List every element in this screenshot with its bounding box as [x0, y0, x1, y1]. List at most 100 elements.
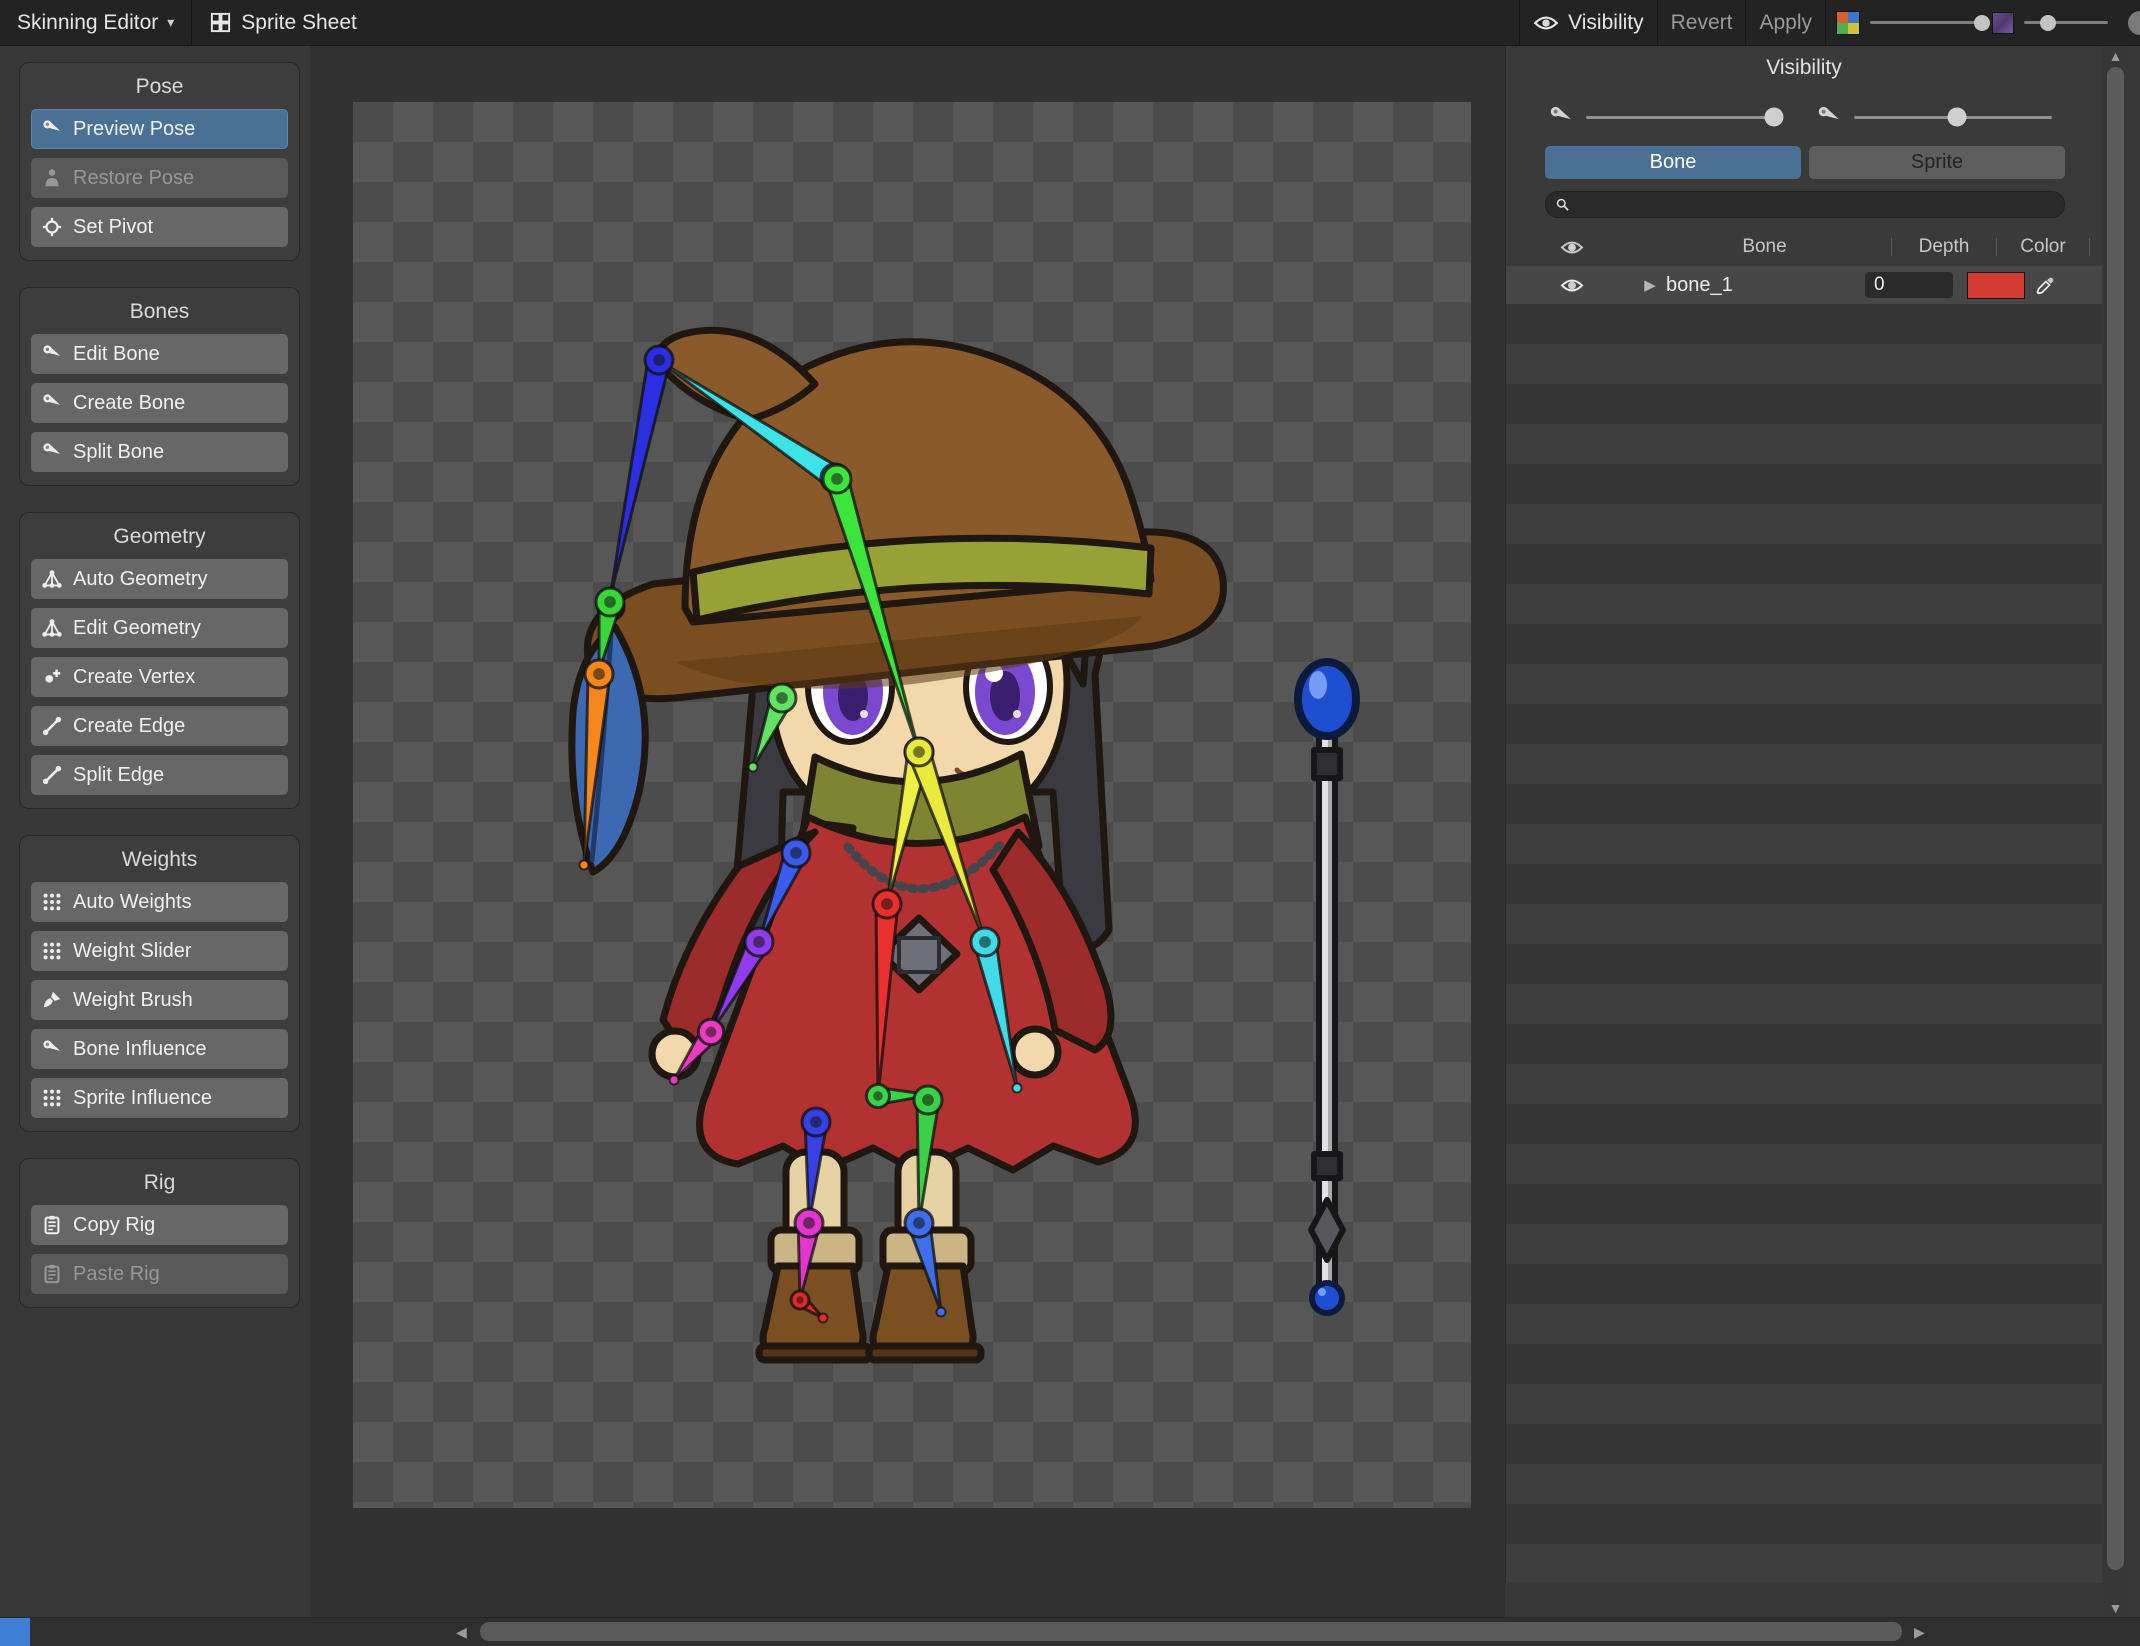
scroll-down-icon[interactable]: ▼: [2103, 1599, 2128, 1617]
horizontal-scroll-thumb[interactable]: [480, 1622, 1902, 1641]
top-toolbar: Skinning Editor ▾ Sprite Sheet Visibilit…: [0, 0, 2140, 46]
paste-rig-icon: [41, 1263, 63, 1285]
tab-label: Bone: [1649, 151, 1697, 173]
scroll-right-icon[interactable]: ▶: [1914, 1618, 1925, 1646]
column-header-color[interactable]: Color: [1997, 236, 2089, 258]
tab-sprite[interactable]: Sprite: [1809, 146, 2065, 179]
auto-weights-button[interactable]: Auto Weights: [31, 882, 288, 922]
tab-bone[interactable]: Bone: [1545, 146, 1801, 179]
button-label: Split Edge: [73, 763, 165, 786]
create-edge-icon: [41, 715, 63, 737]
clipped-toolbar-icon[interactable]: [2128, 10, 2140, 35]
tool-sidebar: Pose Preview Pose Restore Pose Set Pivot…: [0, 46, 310, 1618]
skinning-editor-menu[interactable]: Skinning Editor ▾: [0, 0, 191, 45]
bones-group: Bones Edit Bone Create Bone Split Bone: [19, 287, 300, 486]
bone-hat-tip[interactable]: [604, 344, 675, 604]
weight-brush-button[interactable]: Weight Brush: [31, 980, 288, 1020]
sprite-influence-button[interactable]: Sprite Influence: [31, 1078, 288, 1118]
scroll-left-icon[interactable]: ◀: [456, 1618, 467, 1646]
slider-knob[interactable]: [2039, 14, 2056, 31]
bone-opacity-slider[interactable]: [1586, 107, 1784, 127]
bone-color-swatch[interactable]: [1967, 271, 2025, 299]
apply-button[interactable]: Apply: [1746, 0, 1825, 45]
visibility-sliders: [1548, 104, 2062, 130]
texture-icon: [1992, 11, 2014, 34]
auto-geometry-button[interactable]: Auto Geometry: [31, 559, 288, 599]
group-title-pose: Pose: [135, 75, 184, 98]
pose-group: Pose Preview Pose Restore Pose Set Pivot: [19, 62, 300, 261]
scroll-up-icon[interactable]: ▲: [2103, 47, 2128, 65]
sprite-influence-icon: [41, 1087, 63, 1109]
split-bone-button[interactable]: Split Bone: [31, 432, 288, 472]
restore-pose-button[interactable]: Restore Pose: [31, 158, 288, 198]
expand-caret-icon[interactable]: ▶: [1638, 276, 1662, 294]
paste-rig-button[interactable]: Paste Rig: [31, 1254, 288, 1294]
group-title-geometry: Geometry: [113, 525, 206, 548]
button-label: Create Edge: [73, 714, 186, 737]
edit-bone-button[interactable]: Edit Bone: [31, 334, 288, 374]
button-label: Sprite Influence: [73, 1086, 212, 1109]
overlay-opacity-slider[interactable]: [1870, 14, 1990, 31]
button-label: Copy Rig: [73, 1213, 156, 1236]
group-title-rig: Rig: [143, 1171, 176, 1194]
eye-icon: [1533, 14, 1559, 32]
apply-label: Apply: [1759, 10, 1812, 34]
create-vertex-button[interactable]: Create Vertex: [31, 657, 288, 697]
bone-influence-button[interactable]: Bone Influence: [31, 1029, 288, 1069]
split-bone-icon: [41, 441, 63, 463]
slider-knob[interactable]: [1947, 107, 1967, 127]
edit-bone-icon: [41, 343, 63, 365]
bone-search-box: [1545, 191, 2065, 218]
weights-group: Weights Auto Weights Weight Slider Weigh…: [19, 835, 300, 1132]
bone-name: bone_1: [1666, 273, 1733, 296]
mesh-opacity-slider[interactable]: [1854, 107, 2052, 127]
button-label: Auto Geometry: [73, 567, 208, 590]
button-label: Bone Influence: [73, 1037, 207, 1060]
sprite-sheet-toggle[interactable]: Sprite Sheet: [192, 0, 374, 45]
set-pivot-button[interactable]: Set Pivot: [31, 207, 288, 247]
bone-search-input[interactable]: [1577, 193, 2055, 216]
column-header-bone[interactable]: Bone: [1638, 236, 1891, 258]
row-visibility-togg le[interactable]: [1506, 277, 1638, 294]
slider-knob[interactable]: [1974, 14, 1990, 31]
sprite-sheet-label: Sprite Sheet: [241, 10, 357, 34]
texture-opacity-slider[interactable]: [2024, 14, 2108, 31]
slider-knob[interactable]: [1764, 107, 1784, 127]
depth-field[interactable]: 0: [1865, 272, 1953, 298]
visibility-column-eye-icon: [1560, 239, 1584, 256]
edit-geometry-button[interactable]: Edit Geometry: [31, 608, 288, 648]
sprite-canvas[interactable]: [353, 102, 1471, 1508]
preview-pose-button[interactable]: Preview Pose: [31, 109, 288, 149]
color-palette-icon: [1836, 10, 1860, 35]
group-title-weights: Weights: [121, 848, 198, 871]
button-label: Restore Pose: [73, 166, 195, 189]
tab-label: Sprite: [1910, 151, 1964, 173]
button-label: Weight Slider: [73, 939, 192, 962]
vertical-scroll-thumb[interactable]: [2107, 67, 2124, 1570]
weight-slider-icon: [41, 940, 63, 962]
bone-table-row[interactable]: ▶ bone_1 0: [1506, 266, 2102, 304]
split-edge-button[interactable]: Split Edge: [31, 755, 288, 795]
create-bone-button[interactable]: Create Bone: [31, 383, 288, 423]
button-label: Create Bone: [73, 391, 186, 414]
button-label: Paste Rig: [73, 1262, 160, 1285]
visibility-toggle-button[interactable]: Visibility: [1520, 0, 1656, 45]
weight-slider-button[interactable]: Weight Slider: [31, 931, 288, 971]
button-label: Create Vertex: [73, 665, 196, 688]
bone-influence-icon: [41, 1038, 63, 1060]
create-edge-button[interactable]: Create Edge: [31, 706, 288, 746]
search-icon: [1555, 197, 1570, 212]
button-label: Split Bone: [73, 440, 165, 463]
copy-rig-button[interactable]: Copy Rig: [31, 1205, 288, 1245]
bone-opacity-icon: [1548, 104, 1574, 130]
column-header-depth[interactable]: Depth: [1892, 236, 1996, 258]
horizontal-scrollbar[interactable]: ◀ ▶: [0, 1617, 2140, 1646]
eyedropper-icon[interactable]: [2035, 275, 2056, 296]
auto-weights-icon: [41, 891, 63, 913]
revert-button[interactable]: Revert: [1658, 0, 1746, 45]
edit-geometry-icon: [41, 617, 63, 639]
split-edge-icon: [41, 764, 63, 786]
chevron-down-icon: ▾: [167, 14, 175, 30]
vertical-scrollbar[interactable]: ▲ ▼: [2103, 46, 2128, 1618]
overlay-color-button[interactable]: [1826, 0, 1870, 45]
